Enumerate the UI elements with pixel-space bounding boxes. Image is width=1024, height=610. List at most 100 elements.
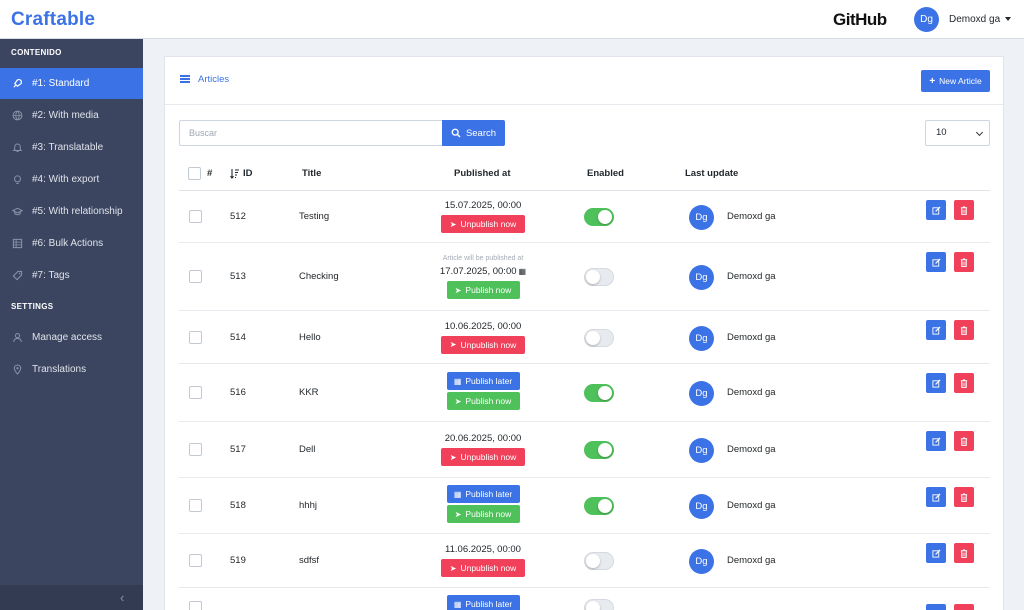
sidebar-item-standard[interactable]: #1: Standard xyxy=(0,68,143,99)
user-menu-name[interactable]: Demoxd ga xyxy=(949,14,1000,25)
publish-now-button[interactable]: ➤ Publish now xyxy=(446,505,520,523)
search-button[interactable]: Search xyxy=(442,120,505,146)
unpublish-now-button[interactable]: ➤ Unpublish now xyxy=(441,559,525,577)
edit-icon xyxy=(931,205,941,215)
calendar-icon: ▦ xyxy=(453,599,462,609)
new-article-button[interactable]: + New Article xyxy=(921,70,990,92)
delete-button[interactable] xyxy=(954,543,974,563)
user-avatar[interactable]: Dg xyxy=(914,7,939,32)
sidebar-item-label: #4: With export xyxy=(32,174,100,185)
edit-button[interactable] xyxy=(926,543,946,563)
enabled-toggle[interactable] xyxy=(584,552,614,570)
location-icon xyxy=(12,364,23,375)
plus-icon: + xyxy=(929,75,936,87)
edit-button[interactable] xyxy=(926,200,946,220)
per-page-select[interactable]: 10 xyxy=(925,120,990,146)
header-last-update[interactable]: Last update xyxy=(685,168,738,179)
bulb-icon xyxy=(12,174,23,185)
trash-icon xyxy=(960,325,968,335)
row-checkbox[interactable] xyxy=(189,554,202,567)
row-title: Hello xyxy=(299,331,321,343)
delete-button[interactable] xyxy=(954,200,974,220)
sort-icon xyxy=(230,168,240,179)
delete-button[interactable] xyxy=(954,604,974,610)
row-checkbox[interactable] xyxy=(189,270,202,283)
unpublish-now-button[interactable]: ➤ Unpublish now xyxy=(441,448,525,466)
row-id: 513 xyxy=(230,271,246,282)
header-published-at[interactable]: Published at xyxy=(454,168,510,179)
sidebar-item-label: #1: Standard xyxy=(32,78,90,89)
sidebar-item-label: #7: Tags xyxy=(32,270,70,281)
publish-now-button[interactable]: ➤ Publish now xyxy=(446,281,520,299)
edit-button[interactable] xyxy=(926,487,946,507)
header-enabled[interactable]: Enabled xyxy=(587,168,624,179)
publish-date: 15.07.2025, 00:00 xyxy=(444,200,522,211)
sidebar-item-tags[interactable]: #7: Tags xyxy=(0,260,143,291)
toggle-knob xyxy=(586,554,600,568)
delete-button[interactable] xyxy=(954,320,974,340)
row-checkbox[interactable] xyxy=(189,499,202,512)
table-row: 519 sdfsf 11.06.2025, 00:00 ➤ Unpublish now D… xyxy=(179,534,990,588)
sidebar-item-manage-access[interactable]: Manage access xyxy=(0,322,143,353)
select-all-checkbox[interactable] xyxy=(188,167,201,180)
enabled-toggle[interactable] xyxy=(584,328,614,347)
row-title: sdfsf xyxy=(299,555,320,566)
edit-button[interactable] xyxy=(926,373,946,393)
sidebar-item-with-media[interactable]: #2: With media xyxy=(0,100,143,131)
caret-down-icon[interactable] xyxy=(1005,17,1011,21)
table-row: 516 KKR ▦ Publish later ➤ Publish now Dg Demoxd… xyxy=(179,364,990,422)
delete-button[interactable] xyxy=(954,487,974,507)
row-checkbox[interactable] xyxy=(189,386,202,399)
publish-now-button[interactable]: ➤ Publish now xyxy=(446,392,520,410)
updated-by: Demoxd ga xyxy=(727,211,776,222)
header-title[interactable]: Title xyxy=(302,168,321,179)
sidebar-item-with-export[interactable]: #4: With export xyxy=(0,164,143,195)
delete-button[interactable] xyxy=(954,373,974,393)
brand-logo[interactable]: Craftable xyxy=(11,9,95,31)
enabled-toggle[interactable] xyxy=(584,384,614,402)
sidebar-item-with-relationship[interactable]: #5: With relationship xyxy=(0,196,143,227)
edit-button[interactable] xyxy=(926,320,946,340)
table-row: 512 Testing 15.07.2025, 00:00 ➤ Unpublish no… xyxy=(179,191,990,243)
table-row: ▦ Publish later xyxy=(179,588,990,610)
publish-later-button[interactable]: ▦ Publish later xyxy=(446,372,520,390)
edit-button[interactable] xyxy=(926,431,946,451)
avatar: Dg xyxy=(689,265,714,290)
delete-button[interactable] xyxy=(954,431,974,451)
toggle-knob xyxy=(586,601,600,610)
row-checkbox[interactable] xyxy=(189,330,202,344)
publish-later-button[interactable]: ▦ Publish later xyxy=(446,485,520,503)
table-row: 517 Dell 20.06.2025, 00:00 ➤ Unpublish now Dg… xyxy=(179,422,990,478)
sidebar-item-translatable[interactable]: #3: Translatable xyxy=(0,132,143,163)
tag-icon xyxy=(12,270,23,281)
enabled-toggle[interactable] xyxy=(584,441,614,459)
edit-button[interactable] xyxy=(926,252,946,272)
search-input[interactable]: Buscar xyxy=(179,120,443,146)
button-label: Publish now xyxy=(465,509,512,519)
enabled-toggle[interactable] xyxy=(584,208,614,226)
publish-later-button[interactable]: ▦ Publish later xyxy=(446,595,520,610)
sidebar-item-bulk-actions[interactable]: #6: Bulk Actions xyxy=(0,228,143,259)
sidebar-item-label: Translations xyxy=(32,364,87,375)
enabled-toggle[interactable] xyxy=(584,599,614,610)
chevron-left-icon[interactable]: ‹ xyxy=(120,590,124,605)
enabled-toggle[interactable] xyxy=(584,268,614,286)
trash-icon xyxy=(960,492,968,502)
button-label: Publish later xyxy=(465,599,513,609)
sidebar-item-translations[interactable]: Translations xyxy=(0,354,143,385)
edit-icon xyxy=(931,492,941,502)
unpublish-now-button[interactable]: ➤ Unpublish now xyxy=(441,215,525,233)
row-checkbox[interactable] xyxy=(189,601,202,610)
row-title: hhhj xyxy=(299,500,317,511)
row-title: KKR xyxy=(299,387,319,398)
row-checkbox[interactable] xyxy=(189,210,202,223)
github-link[interactable]: GitHub xyxy=(833,10,887,30)
unpublish-now-button[interactable]: ➤ Unpublish now xyxy=(441,335,525,354)
sidebar-footer: ‹ xyxy=(0,585,143,610)
row-checkbox[interactable] xyxy=(189,443,202,456)
trash-icon xyxy=(960,378,968,388)
edit-button[interactable] xyxy=(926,604,946,610)
enabled-toggle[interactable] xyxy=(584,497,614,515)
delete-button[interactable] xyxy=(954,252,974,272)
header-id[interactable]: ID xyxy=(230,168,253,179)
